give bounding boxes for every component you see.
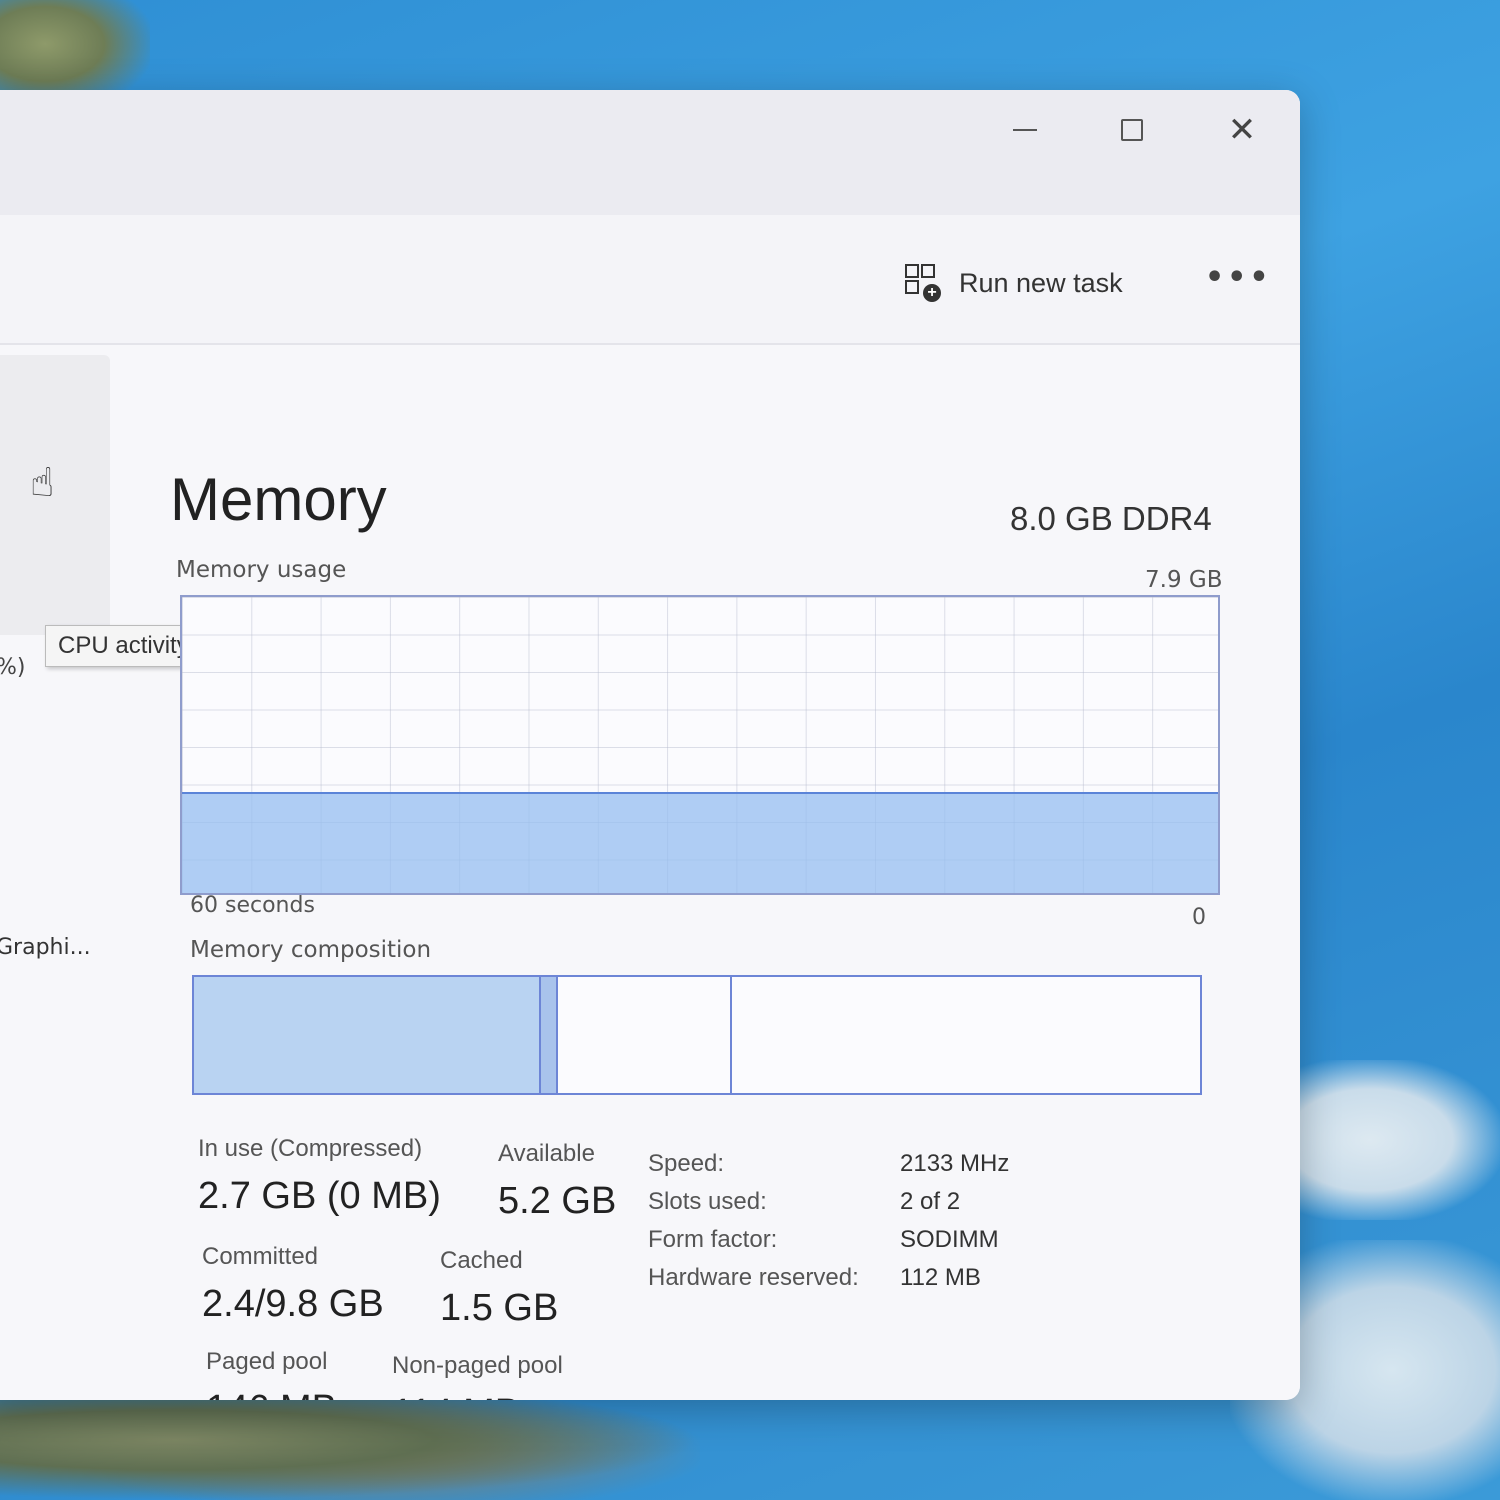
stat-in-use: In use (Compressed) 2.7 GB (0 MB)	[198, 1135, 441, 1218]
stat-non-paged-pool: Non-paged pool 114 MB	[392, 1352, 563, 1400]
stat-non-paged-pool-value: 114 MB	[392, 1392, 563, 1400]
graph-axis-right: 0	[1192, 905, 1206, 930]
memory-usage-graph	[180, 595, 1220, 895]
run-task-icon: +	[905, 264, 941, 302]
stat-committed-label: Committed	[202, 1243, 319, 1270]
memory-specs: Speed: 2133 MHz Slots used: 2 of 2 Form …	[648, 1145, 1068, 1297]
title-bar: ✕	[0, 90, 1300, 215]
stat-in-use-value: 2.7 GB (0 MB)	[198, 1175, 441, 1217]
more-options-button[interactable]: •••	[1205, 260, 1272, 295]
spec-value: 2 of 2	[900, 1188, 961, 1215]
performance-content: ☝ CPU activity %) Graphi... Memory 8.0 G…	[0, 345, 1300, 1400]
spec-key: Slots used:	[648, 1188, 767, 1215]
stat-available-label: Available	[498, 1140, 595, 1167]
spec-key: Form factor:	[648, 1226, 778, 1253]
tooltip: CPU activity	[45, 625, 202, 667]
maximize-icon	[1121, 119, 1143, 141]
hand-cursor-icon: ☝	[30, 460, 55, 506]
stat-cached-label: Cached	[440, 1247, 523, 1274]
spec-value: 112 MB	[900, 1264, 981, 1291]
sidebar-item-cpu[interactable]	[0, 355, 110, 635]
spec-row: Speed: 2133 MHz	[648, 1145, 1068, 1183]
stat-available: Available 5.2 GB	[498, 1140, 616, 1223]
minimize-icon	[1013, 129, 1037, 131]
stat-paged-pool: Paged pool 146 MB	[206, 1348, 337, 1400]
memory-usage-max: 7.9 GB	[1145, 567, 1223, 593]
run-new-task-button[interactable]: + Run new task	[905, 255, 1123, 311]
stat-paged-pool-label: Paged pool	[206, 1348, 328, 1375]
spec-row: Slots used: 2 of 2	[648, 1183, 1068, 1221]
stat-committed: Committed 2.4/9.8 GB	[202, 1243, 384, 1326]
spec-value: 2133 MHz	[900, 1150, 1010, 1177]
spec-value: SODIMM	[900, 1226, 999, 1253]
stat-available-value: 5.2 GB	[498, 1180, 617, 1222]
close-icon: ✕	[1227, 110, 1257, 150]
memory-composition-label: Memory composition	[190, 937, 432, 963]
stat-committed-value: 2.4/9.8 GB	[202, 1283, 384, 1325]
composition-in-use	[194, 977, 542, 1093]
spec-row: Form factor: SODIMM	[648, 1221, 1068, 1259]
stat-paged-pool-value: 146 MB	[206, 1388, 337, 1400]
composition-free	[732, 977, 1200, 1093]
stat-cached: Cached 1.5 GB	[440, 1247, 558, 1330]
close-button[interactable]: ✕	[1212, 108, 1272, 152]
graph-axis-left: 60 seconds	[190, 893, 315, 918]
spec-key: Speed:	[648, 1150, 725, 1177]
stat-non-paged-pool-label: Non-paged pool	[392, 1352, 563, 1379]
maximize-button[interactable]	[1102, 108, 1162, 152]
sidebar-item-gpu-label[interactable]: Graphi...	[0, 935, 91, 960]
memory-usage-label: Memory usage	[176, 557, 347, 583]
task-manager-window: ✕ + Run new task ••• ☝ CPU activity %) G…	[0, 90, 1300, 1400]
memory-usage-fill	[182, 792, 1218, 893]
minimize-button[interactable]	[995, 108, 1055, 152]
stat-cached-value: 1.5 GB	[440, 1287, 559, 1329]
memory-capacity: 8.0 GB DDR4	[1010, 500, 1212, 537]
spec-row: Hardware reserved: 112 MB	[648, 1259, 1068, 1297]
page-title: Memory	[170, 466, 387, 533]
sidebar-cpu-percent: %)	[0, 655, 26, 680]
composition-standby	[558, 977, 733, 1093]
spec-key: Hardware reserved:	[648, 1264, 859, 1291]
toolbar: + Run new task •••	[0, 215, 1300, 345]
composition-modified	[541, 977, 559, 1093]
stat-in-use-label: In use (Compressed)	[198, 1135, 423, 1162]
run-new-task-label: Run new task	[959, 267, 1123, 298]
memory-composition-bar	[192, 975, 1202, 1095]
